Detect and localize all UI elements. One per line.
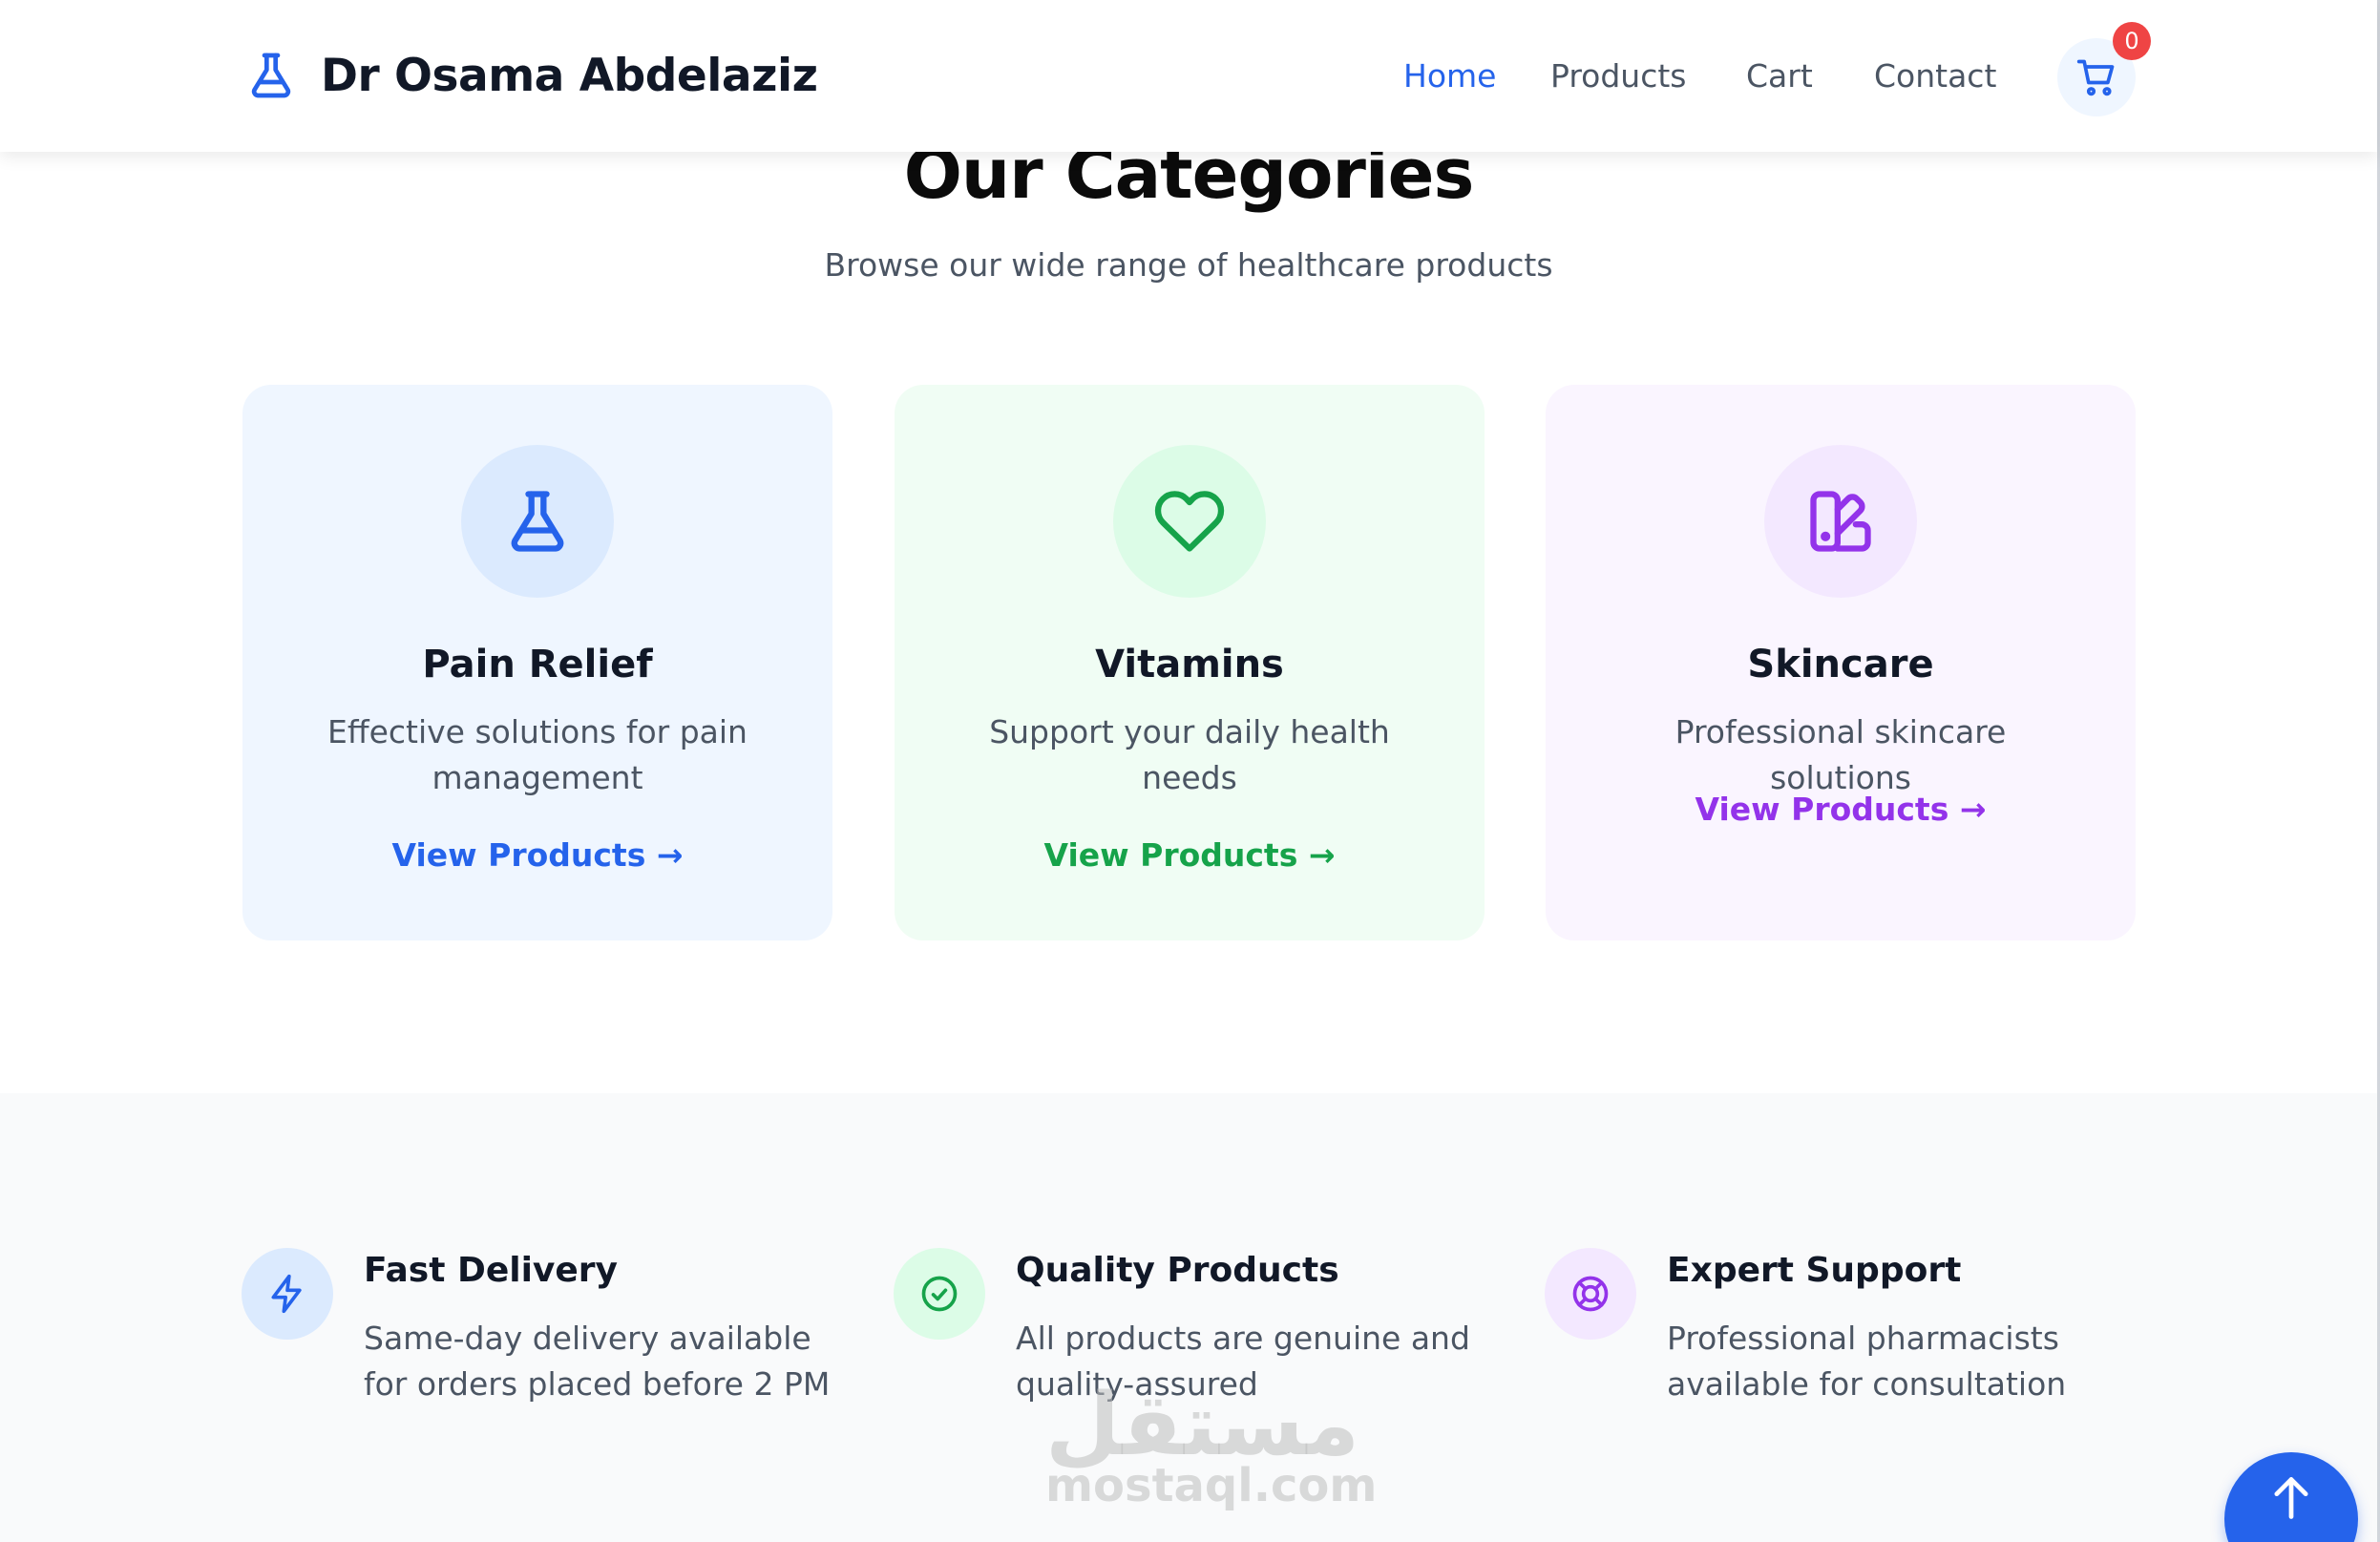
flask-icon [511, 491, 564, 552]
nav-cart[interactable]: Cart [1746, 50, 1813, 103]
arrow-up-icon [2274, 1477, 2308, 1519]
category-icon-circle [1764, 445, 1917, 598]
feature-icon-circle [1545, 1248, 1636, 1340]
view-products-link[interactable]: View Products → [1546, 791, 2136, 828]
categories-subtitle: Browse our wide range of healthcare prod… [824, 246, 1553, 284]
category-card-pain-relief[interactable]: Pain Relief Effective solutions for pain… [242, 385, 832, 940]
view-products-link[interactable]: View Products → [895, 836, 1485, 874]
category-icon-circle [1113, 445, 1266, 598]
category-card-skincare[interactable]: Skincare Professional skincare solutions… [1546, 385, 2136, 940]
category-title: Skincare [1747, 643, 1934, 687]
brand-name: Dr Osama Abdelaziz [321, 49, 818, 102]
category-description: Professional skincare solutions [1674, 713, 2007, 796]
check-circle-icon [921, 1276, 958, 1312]
heart-icon [1154, 491, 1225, 552]
nav-home[interactable]: Home [1403, 50, 1496, 103]
feature-icon-circle [242, 1248, 333, 1340]
site-header: Dr Osama Abdelaziz Home Products Cart Co… [0, 0, 2377, 152]
category-icon-circle [461, 445, 614, 598]
lifebuoy-icon [1572, 1276, 1609, 1312]
swatch-icon [1810, 491, 1871, 552]
flask-icon [251, 53, 291, 98]
feature-title: Expert Support [1667, 1251, 1962, 1290]
category-description: Effective solutions for pain management [327, 713, 748, 796]
feature-title: Fast Delivery [364, 1251, 619, 1290]
nav-products[interactable]: Products [1550, 50, 1687, 103]
category-title: Pain Relief [422, 643, 653, 687]
feature-description: Same-day delivery available for orders p… [364, 1320, 831, 1403]
feature-title: Quality Products [1016, 1251, 1339, 1290]
brand[interactable]: Dr Osama Abdelaziz [242, 44, 818, 107]
cart-icon [2076, 59, 2115, 96]
nav-contact[interactable]: Contact [1874, 50, 1996, 103]
watermark-url: mostaql.com [1045, 1459, 1378, 1512]
view-products-link[interactable]: View Products → [242, 836, 832, 874]
category-title: Vitamins [1095, 643, 1284, 687]
category-card-vitamins[interactable]: Vitamins Support your daily health needs… [895, 385, 1485, 940]
bolt-icon [271, 1274, 302, 1314]
cart-count-badge: 0 [2113, 22, 2151, 60]
feature-icon-circle [894, 1248, 985, 1340]
category-description: Support your daily health needs [989, 713, 1390, 796]
feature-description: Professional pharmacists available for c… [1667, 1320, 2067, 1403]
